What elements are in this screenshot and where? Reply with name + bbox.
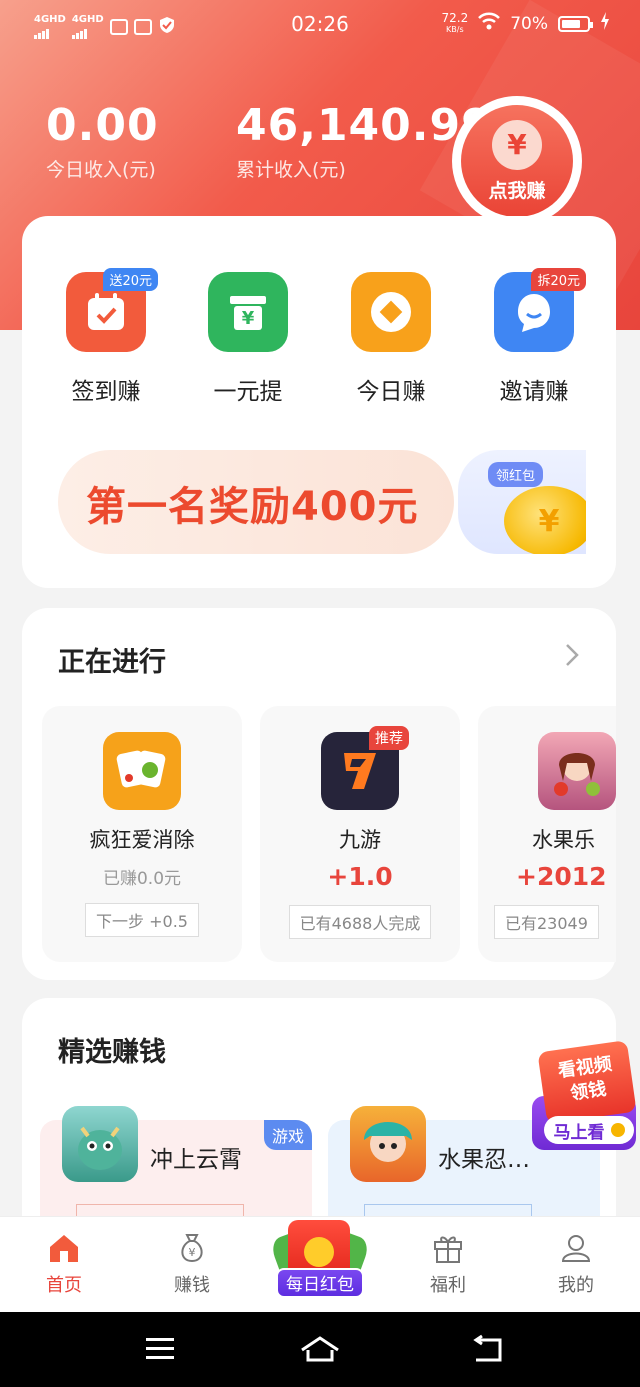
battery-icon [558,15,593,32]
charging-icon [600,12,610,35]
task-earned: 已赚0.0元 [102,869,182,889]
game-avatar-icon [538,732,616,810]
coin-icon [610,1123,625,1137]
tab-label: 每日红包 [276,1268,364,1298]
task-reward: +1.0 [327,862,393,891]
click-earn-label: 点我赚 [488,179,546,202]
section-title: 正在进行 [58,647,166,678]
watch-video-float[interactable]: 看视频 领钱 马上看 [528,1036,638,1152]
today-income: 0.00 今日收入(元) [46,100,159,182]
task-name: 九游 [339,828,381,852]
watch-now-label: 马上看 [553,1122,605,1143]
jiuyou-logo-icon: 推荐 [321,726,409,810]
task-name: 疯狂爱消除 [89,828,195,852]
promo-banner-text: 第一名奖励400元 [86,484,419,530]
quick-action-label: 邀请赚 [499,379,569,405]
ninja-avatar-icon [350,1106,426,1182]
home-nav-icon[interactable] [298,1334,342,1368]
task-card[interactable]: 推荐 九游 +1.0 已有4688人完成 [260,706,460,962]
click-earn-button[interactable]: ¥ 点我赚 [452,96,582,226]
tab-label: 我的 [558,1275,594,1296]
tab-earn[interactable]: ¥ 赚钱 [142,1231,242,1297]
task-completed-count: 已有23049 [494,905,599,939]
float-ad-tile: 看视频 领钱 [537,1040,637,1124]
task-card[interactable]: 水果乐 +2012 已有23049 [478,706,616,962]
quick-action-label: 签到赚 [71,379,141,405]
svg-text:¥: ¥ [242,308,255,329]
mahjong-tile-icon [103,732,181,810]
net-speed-unit: KB/s [446,24,464,34]
quick-action-withdraw[interactable]: ¥ 一元提 [188,272,308,406]
tab-mine[interactable]: 我的 [526,1231,626,1297]
status-bar: 4GHD 4GHD 02:26 72.2 KB/s 70% [0,0,640,52]
money-bag-icon: ¥ [175,1231,209,1265]
gift-icon [431,1231,465,1265]
calendar-check-icon: 送20元 [66,268,158,352]
quick-action-label: 今日赚 [356,379,426,405]
watch-now-button[interactable]: 马上看 [544,1116,634,1144]
task-reward: +2012 [516,862,607,891]
task-completed-count: 已有4688人完成 [288,905,432,939]
in-progress-card: 正在进行 疯狂爱消除 已赚0.0元 下一步 +0.5 推荐 九游 +1.0 已有… [22,608,616,980]
gold-coin-icon: ¥ [504,486,586,554]
tab-welfare[interactable]: 福利 [398,1231,498,1297]
task-card[interactable]: 疯狂爱消除 已赚0.0元 下一步 +0.5 [42,706,242,962]
red-packet-banner[interactable]: 领红包 ¥ [458,450,586,554]
task-next-step: 下一步 +0.5 [85,903,199,937]
chat-face-icon: 拆20元 [494,268,586,352]
wifi-icon [478,12,501,35]
recommend-badge: 推荐 [369,726,409,750]
net-speed: 72.2 KB/s [441,10,469,35]
status-right: 72.2 KB/s 70% [441,12,610,35]
coin-icon [351,272,431,352]
promo-banner[interactable]: 第一名奖励400元 [58,450,454,554]
user-icon [559,1231,593,1265]
quick-action-checkin[interactable]: 送20元 签到赚 [46,268,166,406]
section-title: 精选赚钱 [58,1037,166,1068]
pick-tag: 游戏 [263,1120,312,1150]
today-income-value: 0.00 [46,100,159,151]
red-packet-tag: 领红包 [488,462,544,487]
quick-action-invite[interactable]: 拆20元 邀请赚 [474,268,594,406]
tab-daily-red-packet[interactable]: 每日红包 [268,1210,372,1306]
svg-text:¥: ¥ [189,1246,196,1259]
yen-icon: ¥ [492,119,542,170]
back-icon[interactable] [470,1334,506,1368]
checkin-badge: 送20元 [103,268,158,291]
battery-percent: 70% [510,13,548,34]
yen-box-icon: ¥ [208,272,288,352]
system-nav-bar [0,1312,640,1387]
home-icon [47,1231,81,1265]
quick-actions-card: 送20元 签到赚 ¥ 一元提 今日赚 拆20元 邀请赚 第一名奖励400元 领红… [22,216,616,588]
click-earn-inner: ¥ 点我赚 [461,105,573,217]
quick-action-label: 一元提 [213,379,283,405]
task-name: 水果乐 [532,828,595,852]
tab-label: 首页 [46,1275,82,1296]
pick-name: 冲上云霄 [150,1147,242,1173]
dragon-avatar-icon [62,1106,138,1182]
menu-icon[interactable] [144,1334,176,1368]
quick-action-today[interactable]: 今日赚 [331,272,451,406]
net-speed-value: 72.2 [441,10,469,25]
chevron-right-icon[interactable] [564,642,580,675]
tab-label: 赚钱 [174,1275,210,1296]
today-income-label: 今日收入(元) [46,159,156,181]
tab-home[interactable]: 首页 [14,1231,114,1297]
invite-badge: 拆20元 [531,268,586,291]
tab-label: 福利 [430,1275,466,1296]
pick-name: 水果忍… [438,1147,530,1173]
